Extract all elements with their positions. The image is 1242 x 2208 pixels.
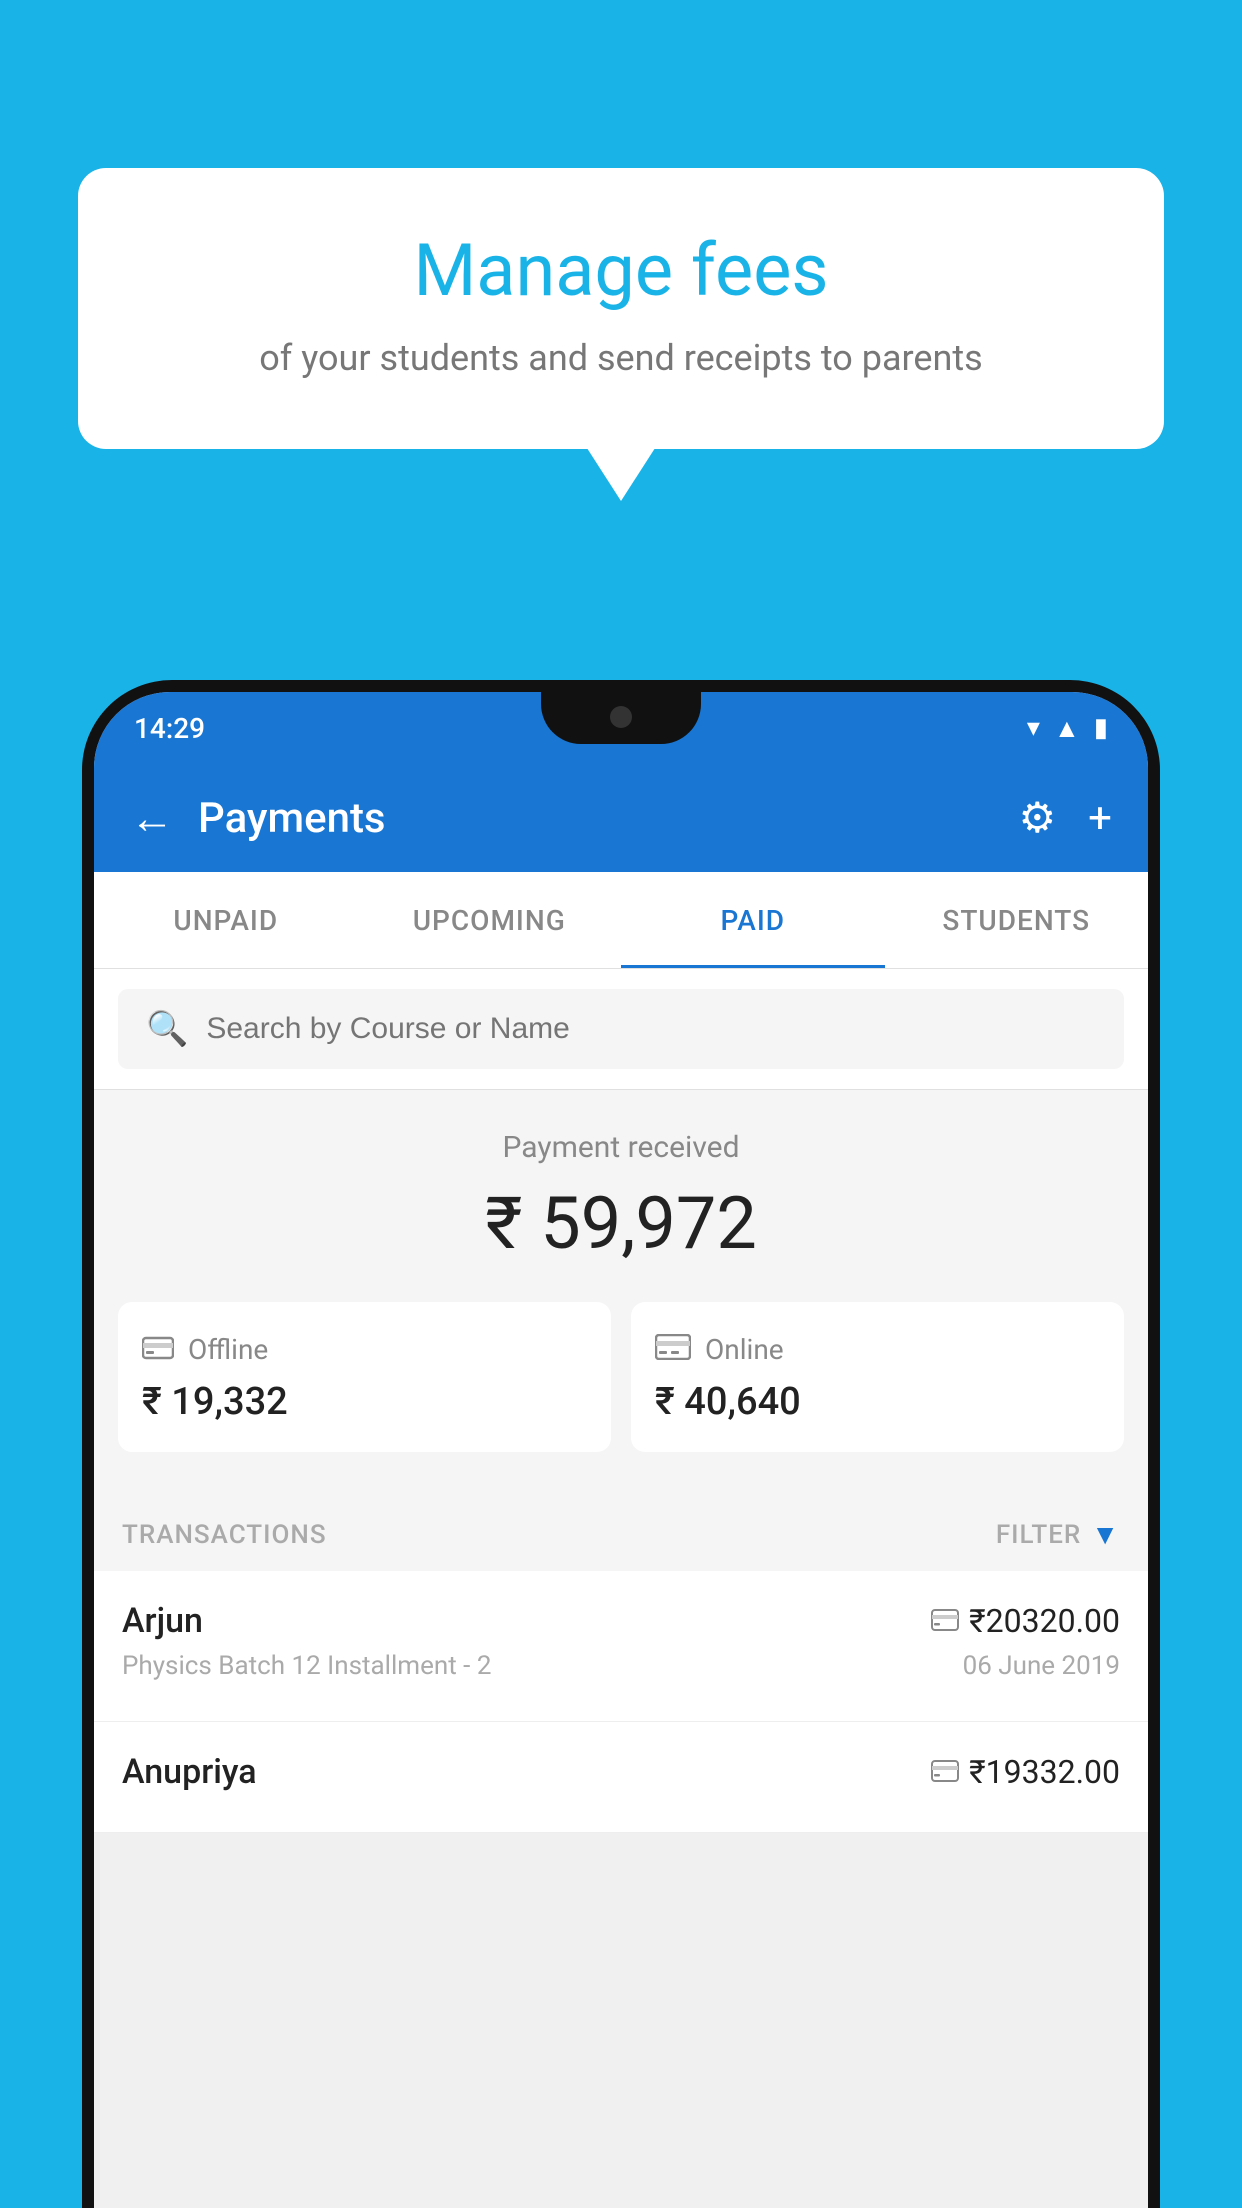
- signal-icon: ▲: [1054, 713, 1080, 744]
- online-icon: [655, 1330, 691, 1368]
- status-bar: 14:29 ▾ ▲ ▮: [94, 692, 1148, 764]
- offline-card: Offline ₹ 19,332: [118, 1302, 611, 1452]
- txn-name-anupriya: Anupriya: [122, 1752, 257, 1792]
- back-button[interactable]: ←: [130, 792, 174, 844]
- offline-header: Offline: [142, 1330, 587, 1368]
- notch: [541, 692, 701, 744]
- tab-students[interactable]: STUDENTS: [885, 872, 1149, 968]
- bubble-subtitle: of your students and send receipts to pa…: [128, 337, 1114, 379]
- offline-label: Offline: [188, 1333, 268, 1366]
- txn-row-arjun-top: Arjun ₹20320.00: [122, 1601, 1120, 1641]
- payment-total-amount: ₹ 59,972: [118, 1181, 1124, 1266]
- speech-bubble: Manage fees of your students and send re…: [78, 168, 1164, 449]
- filter-button[interactable]: FILTER ▼: [996, 1518, 1120, 1551]
- txn-amount-value-arjun: ₹20320.00: [969, 1602, 1120, 1640]
- txn-amount-value-anupriya: ₹19332.00: [969, 1753, 1120, 1791]
- settings-button[interactable]: ⚙: [1019, 793, 1057, 843]
- txn-date-arjun: 06 June 2019: [963, 1651, 1120, 1681]
- txn-type-icon-anupriya: [931, 1756, 959, 1789]
- camera: [610, 706, 632, 728]
- add-button[interactable]: +: [1088, 794, 1112, 843]
- tab-unpaid[interactable]: UNPAID: [94, 872, 358, 968]
- phone-frame: 14:29 ▾ ▲ ▮ ← Payments ⚙ + UNPAID UPCOMI…: [82, 680, 1160, 2208]
- search-container: 🔍: [94, 969, 1148, 1090]
- tabs: UNPAID UPCOMING PAID STUDENTS: [94, 872, 1148, 969]
- txn-name-arjun: Arjun: [122, 1601, 203, 1641]
- search-bar[interactable]: 🔍: [118, 989, 1124, 1069]
- app-bar: ← Payments ⚙ +: [94, 764, 1148, 872]
- phone-screen: 14:29 ▾ ▲ ▮ ← Payments ⚙ + UNPAID UPCOMI…: [94, 692, 1148, 2208]
- transactions-label: TRANSACTIONS: [122, 1520, 327, 1550]
- online-header: Online: [655, 1330, 1100, 1368]
- online-card: Online ₹ 40,640: [631, 1302, 1124, 1452]
- bubble-title: Manage fees: [128, 228, 1114, 313]
- txn-type-icon-arjun: [931, 1605, 959, 1638]
- txn-amount-anupriya: ₹19332.00: [931, 1753, 1120, 1791]
- payment-received-label: Payment received: [118, 1130, 1124, 1165]
- status-time: 14:29: [134, 712, 205, 745]
- payment-cards: Offline ₹ 19,332: [118, 1302, 1124, 1452]
- offline-amount: ₹ 19,332: [142, 1380, 587, 1424]
- search-icon: 🔍: [146, 1009, 188, 1049]
- app-title: Payments: [198, 794, 1019, 843]
- search-input[interactable]: [206, 1012, 1096, 1046]
- status-icons: ▾ ▲ ▮: [1027, 713, 1108, 744]
- online-label: Online: [705, 1333, 784, 1366]
- transaction-item-arjun[interactable]: Arjun ₹20320.00 Physics Batch 12 Install…: [94, 1571, 1148, 1722]
- transactions-header: TRANSACTIONS FILTER ▼: [94, 1488, 1148, 1571]
- transaction-item-anupriya[interactable]: Anupriya ₹19332.00: [94, 1722, 1148, 1833]
- txn-row-arjun-bottom: Physics Batch 12 Installment - 2 06 June…: [122, 1651, 1120, 1681]
- txn-row-anupriya-top: Anupriya ₹19332.00: [122, 1752, 1120, 1792]
- txn-amount-arjun: ₹20320.00: [931, 1602, 1120, 1640]
- online-amount: ₹ 40,640: [655, 1380, 1100, 1424]
- offline-icon: [142, 1330, 174, 1368]
- battery-icon: ▮: [1094, 713, 1108, 743]
- app-bar-icons: ⚙ +: [1019, 793, 1113, 843]
- tab-paid[interactable]: PAID: [621, 872, 885, 968]
- filter-icon: ▼: [1091, 1518, 1120, 1551]
- payment-section: Payment received ₹ 59,972 Offline: [94, 1090, 1148, 1488]
- tab-upcoming[interactable]: UPCOMING: [358, 872, 622, 968]
- txn-desc-arjun: Physics Batch 12 Installment - 2: [122, 1651, 491, 1681]
- filter-label: FILTER: [996, 1520, 1081, 1550]
- wifi-icon: ▾: [1027, 713, 1040, 743]
